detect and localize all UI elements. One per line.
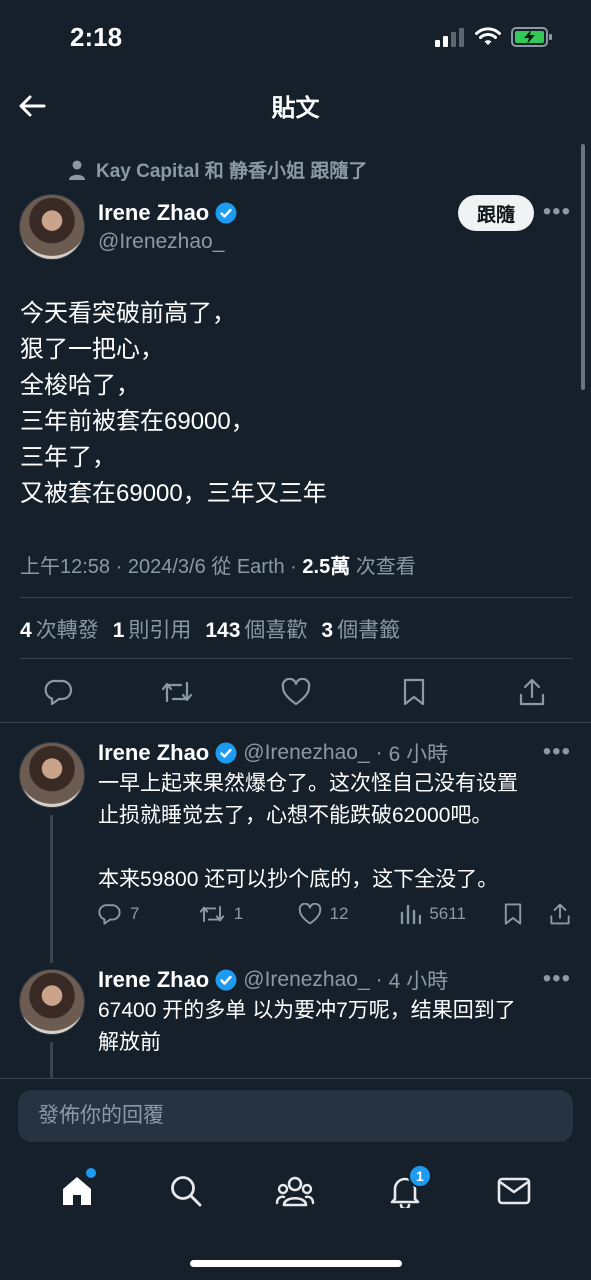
reply-actions: 7 1 12 5611 — [98, 902, 573, 926]
reply-icon[interactable] — [40, 673, 78, 711]
tweet-line: 三年前被套在69000， — [20, 408, 255, 435]
tweet-time: 上午12:58 — [20, 556, 111, 578]
tweet-date: 2024/3/6 — [127, 556, 206, 578]
reply-avatar[interactable] — [19, 969, 85, 1035]
divider — [20, 597, 573, 598]
reply-share-button[interactable] — [549, 902, 573, 926]
reply-author-name[interactable]: Irene Zhao — [98, 967, 209, 993]
bottom-nav: 1 — [0, 1164, 591, 1216]
reply-reply-button[interactable]: 7 — [98, 902, 198, 926]
nav-communities[interactable] — [270, 1166, 320, 1216]
reply-line: 一早上起来果然爆仓了。这次怪自己没有设置 — [98, 772, 518, 795]
status-icons — [435, 26, 553, 48]
views-label: 次查看 — [355, 556, 416, 578]
views-chart-icon — [401, 904, 422, 925]
tweet-line: 又被套在69000，三年又三年 — [20, 480, 327, 507]
bookmark-icon — [504, 903, 522, 925]
reply-views-button[interactable]: 5611 — [399, 903, 503, 925]
home-indicator — [190, 1260, 402, 1267]
reply-line — [98, 832, 518, 864]
status-time: 2:18 — [70, 22, 123, 52]
nav-notifications[interactable]: 1 — [380, 1164, 432, 1216]
social-context: Kay Capital 和 静香小姐 跟隨了 — [68, 156, 367, 183]
reply-text: 一早上起来果然爆仓了。这次怪自己没有设置 止损就睡觉去了，心想不能跌破62000… — [98, 768, 518, 896]
reply-retweet-button[interactable]: 1 — [198, 902, 298, 926]
notifications-badge: 1 — [407, 1164, 432, 1188]
author-name[interactable]: Irene Zhao — [98, 200, 209, 226]
bookmarks-stat[interactable]: 3 個書籤 — [321, 614, 400, 644]
reply-replies-count: 7 — [130, 904, 140, 923]
share-icon[interactable] — [513, 673, 551, 711]
home-icon — [62, 1177, 91, 1205]
tweet-line: 全梭哈了， — [20, 372, 140, 399]
quotes-stat[interactable]: 1 則引用 — [113, 614, 192, 644]
verified-badge-icon — [215, 969, 237, 991]
more-options-icon[interactable]: ••• — [543, 965, 571, 993]
reply-retweets-count: 1 — [233, 904, 244, 923]
tweet-line: 今天看突破前高了， — [20, 300, 236, 327]
verified-badge-icon — [215, 202, 237, 224]
reply-like-button[interactable]: 12 — [298, 903, 400, 925]
search-icon — [171, 1176, 202, 1207]
unread-dot — [85, 1168, 96, 1178]
tweet-line: 狠了一把心， — [20, 336, 164, 363]
reply-line: 67400 开的多单 以为要冲7万呢，结果回到了 — [98, 999, 516, 1022]
communities-icon — [276, 1176, 315, 1207]
battery-charging-icon — [511, 27, 552, 47]
retweets-stat[interactable]: 4 次轉發 — [20, 614, 99, 644]
reply-line: 本来59800 还可以抄个底的，这下全没了。 — [98, 868, 499, 891]
divider — [0, 722, 591, 723]
author-block: Irene Zhao @Irenezhao_ — [98, 200, 237, 254]
mail-icon — [497, 1177, 531, 1205]
divider — [20, 658, 573, 659]
nav-home[interactable] — [52, 1166, 102, 1216]
reply-author-handle[interactable]: @Irenezhao_ — [243, 968, 369, 992]
reply-header: Irene Zhao @Irenezhao_ · 6 小時 — [98, 740, 449, 766]
tweet-text: 今天看突破前高了， 狠了一把心， 全梭哈了， 三年前被套在69000， 三年了，… — [20, 296, 540, 512]
reply-text: 67400 开的多单 以为要冲7万呢，结果回到了 解放前 — [98, 995, 516, 1059]
reply-likes-count: 12 — [329, 904, 349, 923]
views-count: 2.5萬 — [302, 556, 351, 578]
signal-icon — [435, 28, 464, 47]
reply-bookmark-button[interactable] — [503, 902, 541, 926]
reply-header: Irene Zhao @Irenezhao_ · 4 小時 — [98, 967, 449, 993]
thread-line — [50, 815, 53, 963]
like-icon — [298, 903, 321, 925]
reply-time: 6 小時 — [388, 743, 449, 766]
thread-line — [50, 1042, 53, 1078]
reply-composer-input[interactable] — [18, 1090, 573, 1142]
reply-avatar[interactable] — [19, 742, 85, 808]
avatar[interactable] — [19, 194, 85, 260]
tweet-meta: 上午12:58 · 2024/3/6 從 Earth · 2.5萬 次查看 — [20, 556, 416, 578]
scrollbar[interactable] — [581, 144, 585, 390]
author-handle[interactable]: @Irenezhao_ — [98, 230, 237, 254]
reply-line: 解放前 — [98, 1031, 161, 1054]
more-options-icon[interactable]: ••• — [543, 738, 571, 766]
tweet-stats: 4 次轉發 1 則引用 143 個喜歡 3 個書籤 — [20, 614, 400, 644]
wifi-icon — [475, 27, 501, 45]
likes-stat[interactable]: 143 個喜歡 — [205, 614, 307, 644]
retweet-icon[interactable] — [158, 673, 196, 711]
reply-time: 4 小時 — [388, 970, 449, 993]
follow-button[interactable]: 跟隨 — [458, 195, 534, 231]
bookmark-icon[interactable] — [395, 673, 433, 711]
page-title: 貼文 — [271, 95, 320, 122]
tweet-source: 從 Earth — [211, 556, 285, 578]
share-icon — [550, 903, 570, 925]
retweet-icon — [199, 905, 224, 923]
reply-views-count: 5611 — [429, 904, 466, 923]
nav-search[interactable] — [161, 1166, 211, 1216]
reply-line: 止损就睡觉去了，心想不能跌破62000吧。 — [98, 804, 493, 827]
reply-icon — [98, 904, 121, 925]
verified-badge-icon — [215, 742, 237, 764]
tweet-line: 三年了， — [20, 444, 116, 471]
social-context-text: Kay Capital 和 静香小姐 跟隨了 — [96, 161, 368, 182]
reply-author-name[interactable]: Irene Zhao — [98, 740, 209, 766]
person-icon — [69, 160, 85, 180]
like-icon[interactable] — [277, 673, 315, 711]
nav-messages[interactable] — [489, 1166, 539, 1216]
more-options-icon[interactable]: ••• — [543, 198, 571, 226]
reply-author-handle[interactable]: @Irenezhao_ — [243, 741, 369, 765]
tweet-actions — [40, 672, 551, 712]
